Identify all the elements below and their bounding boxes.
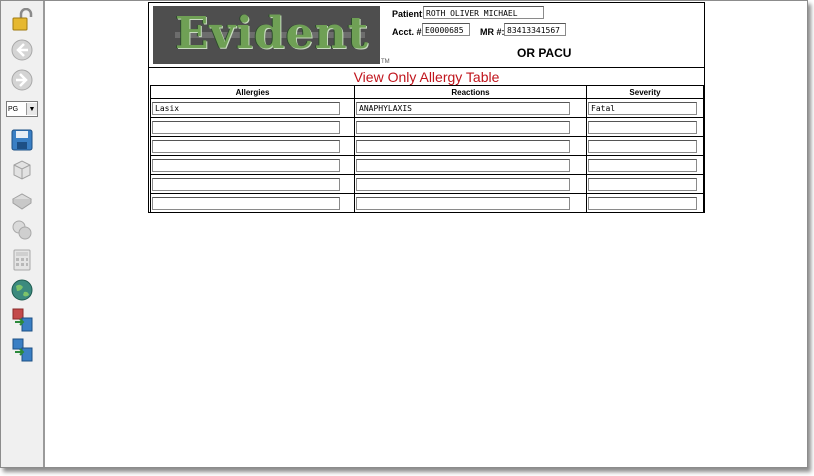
column-header-reactions: Reactions	[354, 85, 587, 99]
reaction-field: ANAPHYLAXIS	[356, 101, 570, 115]
unit-label: OR PACU	[517, 46, 572, 60]
back-icon[interactable]	[9, 37, 35, 63]
unlock-icon[interactable]	[9, 7, 35, 33]
forward-icon[interactable]	[9, 67, 35, 93]
reaction-field	[356, 120, 570, 134]
patient-field: ROTH OLIVER MICHAEL	[423, 6, 544, 19]
allergy-field	[152, 158, 340, 172]
logo-text: Evident	[175, 8, 369, 59]
export-icon[interactable]	[9, 307, 35, 333]
severity-field	[588, 177, 697, 191]
globe-icon[interactable]	[9, 277, 35, 303]
allergy-field	[152, 177, 340, 191]
reaction-field	[356, 196, 570, 210]
acct-field: E0000685	[422, 23, 470, 36]
acct-label: Acct. #:	[392, 27, 425, 37]
copy-icon[interactable]	[9, 157, 35, 183]
table-row	[150, 174, 704, 194]
allergy-field	[152, 139, 340, 153]
app-window: PG ▼ Evident TM Patient: ROTH OLIVER MIC…	[0, 0, 808, 468]
table-header-row: Allergies Reactions Severity	[150, 85, 704, 99]
severity-field	[588, 158, 697, 172]
severity-field	[588, 139, 697, 153]
allergy-field	[152, 196, 340, 210]
merge-icon[interactable]	[9, 217, 35, 243]
evident-logo: Evident	[153, 6, 380, 64]
allergy-form: Evident TM Patient: ROTH OLIVER MICHAEL …	[148, 2, 705, 213]
table-row	[150, 193, 704, 213]
reaction-field	[356, 158, 570, 172]
table-row	[150, 155, 704, 175]
reaction-field	[356, 177, 570, 191]
mr-field: 83413341567	[504, 23, 566, 36]
toolbar-sidebar: PG ▼	[1, 1, 45, 467]
table-row: Lasix ANAPHYLAXIS Fatal	[150, 98, 704, 118]
table-row	[150, 136, 704, 156]
patient-label: Patient:	[392, 9, 426, 19]
page-select-value: PG	[8, 105, 19, 113]
allergy-field: Lasix	[152, 101, 340, 115]
table-row	[150, 117, 704, 137]
calculator-icon[interactable]	[9, 247, 35, 273]
allergy-field	[152, 120, 340, 134]
mr-label: MR #:	[480, 27, 505, 37]
column-header-severity: Severity	[586, 85, 704, 99]
header-divider	[149, 67, 704, 68]
print-icon[interactable]	[9, 187, 35, 213]
table-title: View Only Allergy Table	[353, 69, 500, 85]
severity-field	[588, 196, 697, 210]
page-select[interactable]: PG ▼	[6, 101, 38, 117]
reaction-field	[356, 139, 570, 153]
severity-field: Fatal	[588, 101, 697, 115]
column-header-allergies: Allergies	[150, 85, 355, 99]
allergy-table: Allergies Reactions Severity Lasix ANAPH…	[150, 85, 704, 213]
import-icon[interactable]	[9, 337, 35, 363]
severity-field	[588, 120, 697, 134]
trademark: TM	[381, 59, 390, 65]
save-icon[interactable]	[9, 127, 35, 153]
chevron-down-icon: ▼	[26, 103, 37, 115]
